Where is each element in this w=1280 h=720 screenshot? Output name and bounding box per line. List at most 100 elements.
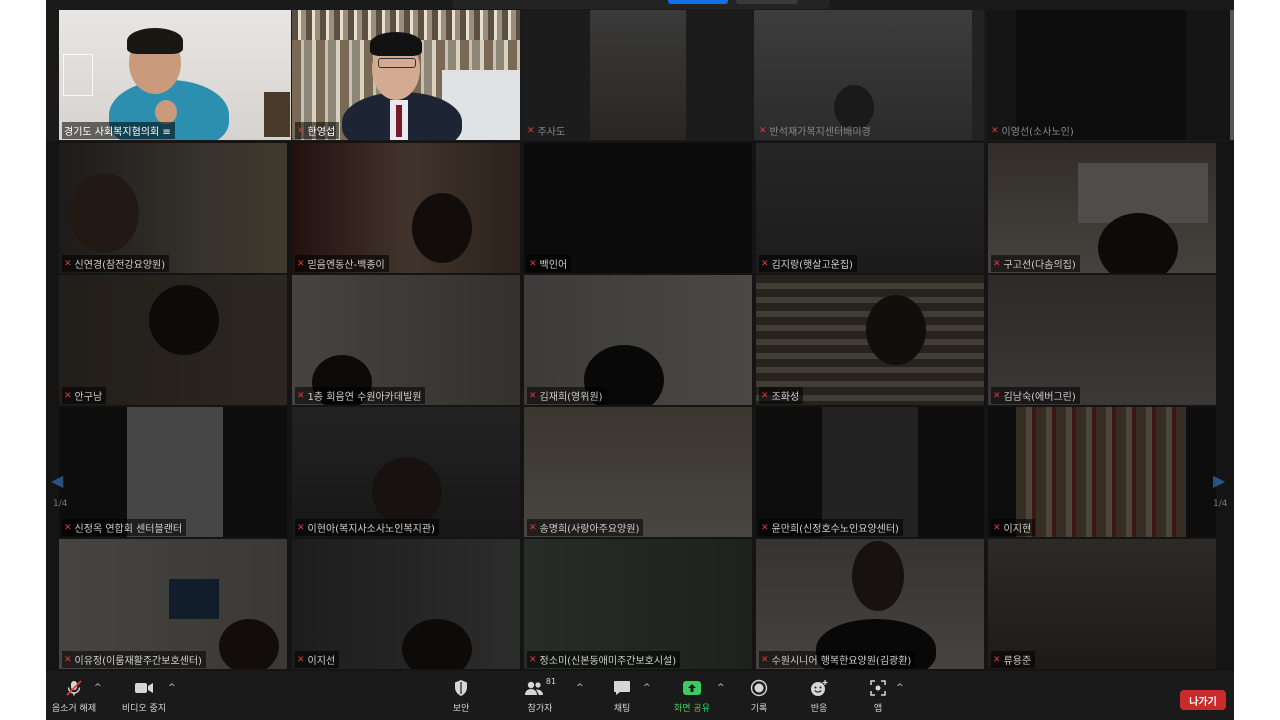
video-tile[interactable]: ✕ 이지현 bbox=[988, 407, 1216, 537]
previous-page-icon[interactable]: ◀ bbox=[51, 471, 63, 490]
participant-name: ✕ 주사도 bbox=[527, 125, 566, 139]
video-tile[interactable]: ✕ 반석재가복지센터배미경 bbox=[754, 10, 984, 140]
muted-mic-icon: ✕ bbox=[761, 654, 769, 665]
gallery-grid: ◀ 1/4 ▶ 1/4 ✕ 신연경(참전강요양원) ✕ 믿음엔동산-백종이 ✕ 백인어… bbox=[46, 141, 1234, 671]
muted-mic-icon: ✕ bbox=[529, 258, 537, 269]
participant-name: ✕ 김재희(영위원) bbox=[527, 387, 607, 404]
muted-mic-icon: ✕ bbox=[993, 258, 1001, 269]
meeting-toolbar: 음소거 해제 ^ 비디오 중지 ^ 보안 81 참가자 ^ 채팅 ^ 화면 공유… bbox=[46, 671, 1234, 720]
video-tile[interactable]: ✕ 신정옥 연합회 센터블랜터 bbox=[59, 407, 287, 537]
chat-bubble-icon bbox=[614, 681, 630, 695]
audio-options-chevron-icon[interactable]: ^ bbox=[94, 683, 102, 693]
video-tile[interactable]: ✕ 이현아(복지사소사노인복지관) bbox=[292, 407, 520, 537]
muted-mic-icon: ✕ bbox=[529, 522, 537, 533]
video-tile[interactable]: ✕ 윤만희(신정호수노인요양센터) bbox=[756, 407, 984, 537]
participant-name: ✕ 이지선 bbox=[295, 651, 340, 668]
video-tile[interactable]: ✕ 김남숙(에버그린) bbox=[988, 275, 1216, 405]
apps-options-chevron-icon[interactable]: ^ bbox=[896, 683, 904, 693]
share-screen-icon bbox=[683, 681, 701, 695]
stop-video-button[interactable]: 비디오 중지 bbox=[112, 677, 176, 714]
muted-mic-icon: ✕ bbox=[761, 522, 769, 533]
participant-name: ✕ 믿음엔동산-백종이 bbox=[295, 255, 389, 272]
participant-name: ✕ 조화성 bbox=[759, 387, 804, 404]
video-tile[interactable]: ✕ 이영선(소사노인) bbox=[986, 10, 1234, 140]
smiley-plus-icon bbox=[811, 680, 828, 696]
participant-name: ✕ 신연경(참전강요양원) bbox=[62, 255, 170, 272]
video-tile[interactable]: ✕ 1층 회음연 수원아카데빌원 bbox=[292, 275, 520, 405]
video-tile[interactable]: ✕ 김재희(영위원) bbox=[524, 275, 752, 405]
leave-meeting-button[interactable]: 나가기 bbox=[1180, 690, 1226, 710]
video-tile[interactable]: ✕ 한영섭 bbox=[292, 10, 520, 140]
participant-name: ✕ 이지현 bbox=[991, 519, 1036, 536]
share-options-chevron-icon[interactable]: ^ bbox=[717, 683, 725, 693]
muted-mic-icon: ✕ bbox=[64, 654, 72, 665]
video-options-chevron-icon[interactable]: ^ bbox=[168, 683, 176, 693]
participant-name: ✕ 구고선(다솜의집) bbox=[991, 255, 1080, 272]
muted-mic-icon: ✕ bbox=[529, 390, 537, 401]
apps-icon bbox=[870, 680, 886, 696]
video-tile[interactable]: ✕ 주사도 bbox=[522, 10, 752, 140]
participant-name: ✕ 이영선(소사노인) bbox=[991, 125, 1074, 139]
video-tile[interactable]: ✕ 이지선 bbox=[292, 539, 520, 669]
participant-name: ✕ 정소미(신본동애미주간보호시설) bbox=[527, 651, 681, 668]
record-button[interactable]: 기록 bbox=[727, 677, 791, 714]
record-icon bbox=[750, 679, 768, 697]
participant-name: ✕ 김지랑(햇살고운집) bbox=[759, 255, 857, 272]
participant-name: ✕ 류용준 bbox=[991, 651, 1036, 668]
participant-name: ✕ 수원시니어 행복한요양원(김광환) bbox=[759, 651, 916, 668]
video-tile[interactable]: ✕ 정소미(신본동애미주간보호시설) bbox=[524, 539, 752, 669]
muted-mic-icon: ✕ bbox=[297, 390, 305, 401]
video-tile[interactable]: ✕ 신연경(참전강요양원) bbox=[59, 143, 287, 273]
video-tile[interactable]: ✕ 류용준 bbox=[988, 539, 1216, 669]
muted-mic-icon: ✕ bbox=[297, 654, 305, 665]
video-tile[interactable]: ✕ 조화성 bbox=[756, 275, 984, 405]
participant-name: ✕ 1층 회음연 수원아카데빌원 bbox=[295, 387, 426, 404]
muted-mic-icon: ✕ bbox=[993, 654, 1001, 665]
participant-name: ✕ 윤만희(신정호수노인요양센터) bbox=[759, 519, 903, 536]
share-screen-button[interactable]: 화면 공유 bbox=[660, 677, 724, 714]
next-page-icon[interactable]: ▶ bbox=[1213, 471, 1225, 490]
participant-name: ✕ 신정옥 연합회 센터블랜터 bbox=[62, 519, 187, 536]
shield-icon bbox=[455, 680, 467, 696]
video-tile[interactable]: ✕ 김지랑(햇살고운집) bbox=[756, 143, 984, 273]
muted-mic-icon: ✕ bbox=[761, 258, 769, 269]
security-button[interactable]: 보안 bbox=[429, 677, 493, 714]
participant-name: ✕ 한영섭 bbox=[295, 122, 340, 139]
muted-mic-icon: ✕ bbox=[64, 258, 72, 269]
participant-name: ✕ 송명희(사랑아주요양원) bbox=[527, 519, 644, 536]
video-tile[interactable]: ✕ 백인어 bbox=[524, 143, 752, 273]
muted-mic-icon: ✕ bbox=[64, 390, 72, 401]
video-tile[interactable]: ✕ 안구남 bbox=[59, 275, 287, 405]
muted-mic-icon: ✕ bbox=[991, 125, 999, 136]
participant-name: ✕ 반석재가복지센터배미경 bbox=[759, 125, 871, 139]
video-camera-icon bbox=[135, 683, 153, 693]
participants-options-chevron-icon[interactable]: ^ bbox=[576, 683, 584, 693]
muted-microphone-icon bbox=[66, 680, 82, 696]
muted-mic-icon: ✕ bbox=[761, 390, 769, 401]
muted-mic-icon: ✕ bbox=[297, 258, 305, 269]
participants-icon bbox=[524, 681, 543, 695]
participant-name: ✕ 이현아(복지사소사노인복지관) bbox=[295, 519, 439, 536]
participant-name: ✕ 김남숙(에버그린) bbox=[991, 387, 1080, 404]
muted-mic-icon: ✕ bbox=[297, 522, 305, 533]
participants-button[interactable]: 81 참가자 bbox=[508, 677, 572, 714]
page-indicator: 1/4 bbox=[1213, 499, 1228, 509]
video-tile[interactable]: ✕ 이유정(이룸재활주간보호센터) bbox=[59, 539, 287, 669]
zoom-meeting-window: 경기도 사회복지협의회 ≡ ✕한영섭 ✕주사도 ✕반석재가복지센터배미경 bbox=[46, 0, 1234, 720]
page-indicator: 1/4 bbox=[53, 499, 68, 509]
participant-name: ✕ 안구남 bbox=[62, 387, 107, 404]
video-tile[interactable]: ✕ 수원시니어 행복한요양원(김광환) bbox=[756, 539, 984, 669]
muted-mic-icon: ✕ bbox=[297, 125, 305, 136]
participant-name: ✕ 이유정(이룸재활주간보호센터) bbox=[62, 651, 206, 668]
chat-options-chevron-icon[interactable]: ^ bbox=[643, 683, 651, 693]
video-tile[interactable]: 경기도 사회복지협의회 ≡ bbox=[59, 10, 291, 140]
muted-mic-icon: ✕ bbox=[993, 390, 1001, 401]
featured-video-row: 경기도 사회복지협의회 ≡ ✕한영섭 ✕주사도 ✕반석재가복지센터배미경 bbox=[46, 0, 1234, 140]
muted-mic-icon: ✕ bbox=[527, 125, 535, 136]
muted-mic-icon: ✕ bbox=[529, 654, 537, 665]
video-tile[interactable]: ✕ 믿음엔동산-백종이 bbox=[292, 143, 520, 273]
video-tile[interactable]: ✕ 송명희(사랑아주요양원) bbox=[524, 407, 752, 537]
muted-mic-icon: ✕ bbox=[64, 522, 72, 533]
reactions-button[interactable]: 반응 bbox=[787, 677, 851, 714]
video-tile[interactable]: ✕ 구고선(다솜의집) bbox=[988, 143, 1216, 273]
